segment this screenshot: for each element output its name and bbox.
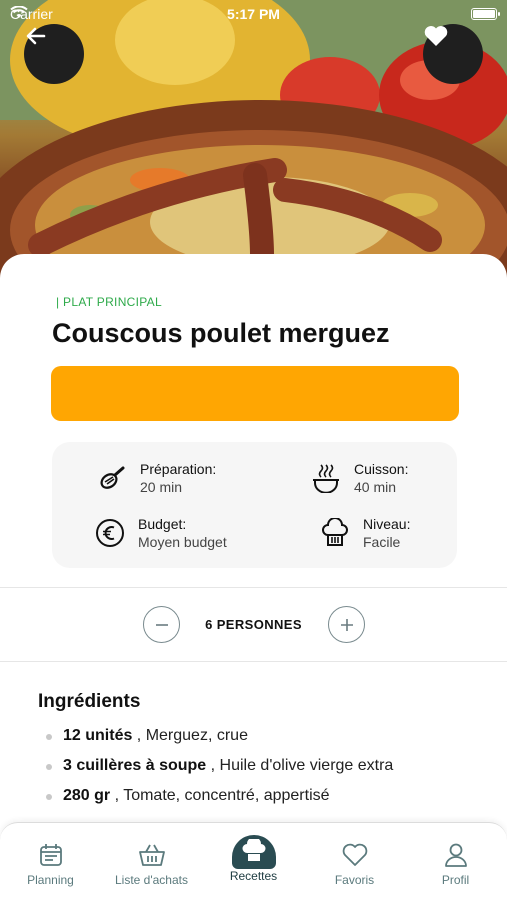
basket-icon [138, 841, 166, 869]
plus-icon [340, 618, 353, 631]
tab-profil-label: Profil [441, 873, 470, 887]
info-budget-value: Moyen budget [138, 534, 227, 550]
ingredients-list: 12 unités , Merguez, crue 3 cuillères à … [46, 727, 393, 817]
ingredient-name: , Merguez, crue [132, 727, 248, 744]
bottom-tab-bar: Planning Liste d'achats Recettes Favoris [0, 822, 507, 900]
heart-outline-icon [341, 841, 369, 869]
ingredient-item: 12 unités , Merguez, crue [46, 727, 393, 757]
recipe-accent-bar [51, 366, 459, 421]
divider [0, 587, 507, 588]
info-cuisson: Cuisson: 40 min [310, 460, 408, 496]
user-icon [443, 841, 469, 869]
info-cuisson-label: Cuisson: [354, 461, 409, 477]
info-niveau-label: Niveau: [363, 516, 411, 532]
ingredient-item: 280 gr , Tomate, concentré, appertisé [46, 787, 393, 817]
divider [0, 661, 507, 662]
tab-recettes-label: Recettes [229, 869, 278, 883]
servings-label: 6 PERSONNES [205, 617, 302, 632]
tab-profil[interactable]: Profil [405, 823, 506, 900]
info-niveau-value: Facile [363, 534, 401, 550]
info-cuisson-value: 40 min [354, 479, 397, 495]
heart-icon [424, 26, 448, 46]
info-preparation-label: Préparation: [140, 461, 217, 477]
recipe-info-box: Préparation: 20 min Cuisson: 40 min Budg… [52, 442, 457, 568]
tab-liste-achats[interactable]: Liste d'achats [101, 823, 202, 900]
tab-planning[interactable]: Planning [0, 823, 101, 900]
servings-control: 6 PERSONNES [0, 606, 507, 646]
recipe-category: | PLAT PRINCIPAL [56, 295, 162, 309]
favorite-button[interactable] [423, 24, 483, 84]
info-budget: Budget: Moyen budget [94, 515, 227, 551]
recipe-title: Couscous poulet merguez [52, 318, 390, 348]
recipe-card: | PLAT PRINCIPAL Couscous poulet merguez… [0, 254, 507, 900]
info-niveau: Niveau: Facile [319, 515, 410, 551]
calendar-icon [38, 841, 64, 869]
back-button[interactable] [24, 24, 84, 84]
tab-planning-label: Planning [27, 873, 74, 887]
status-time: 5:17 PM [227, 6, 280, 22]
increase-servings-button[interactable] [328, 606, 365, 643]
chef-hat-icon [231, 835, 276, 869]
info-budget-label: Budget: [138, 516, 187, 532]
ingredient-quantity: 280 gr [63, 787, 111, 804]
tab-liste-achats-label: Liste d'achats [114, 873, 188, 887]
info-preparation-value: 20 min [140, 479, 183, 495]
arrow-left-icon [26, 27, 46, 45]
ingredient-quantity: 3 cuillères à soupe [63, 757, 207, 774]
tab-favoris-label: Favoris [334, 873, 375, 887]
ingredient-item: 3 cuillères à soupe , Huile d'olive vier… [46, 757, 393, 787]
battery-icon [471, 8, 500, 20]
ingredient-name: , Huile d'olive vierge extra [206, 757, 394, 774]
ingredients-title: Ingrédients [38, 691, 141, 712]
tab-favoris[interactable]: Favoris [304, 823, 405, 900]
whisk-icon [96, 462, 128, 494]
euro-icon [94, 517, 126, 549]
info-preparation: Préparation: 20 min [96, 460, 216, 496]
ingredient-name: , Tomate, concentré, appertisé [110, 787, 330, 804]
chef-hat-icon [319, 517, 351, 549]
pot-icon [310, 462, 342, 494]
ingredient-quantity: 12 unités [63, 727, 133, 744]
tab-recettes[interactable]: Recettes [203, 823, 304, 900]
